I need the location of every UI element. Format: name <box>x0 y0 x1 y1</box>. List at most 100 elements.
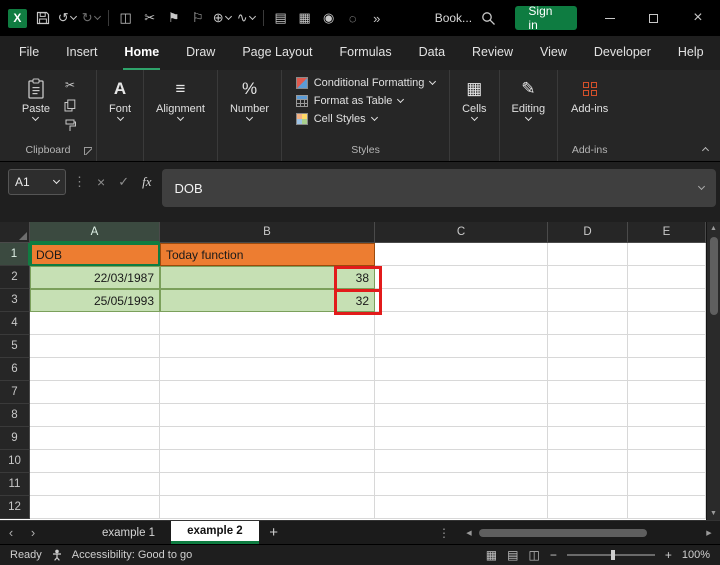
accessibility-status[interactable]: Accessibility: Good to go <box>72 549 192 561</box>
row-header-5[interactable]: 5 <box>0 335 30 358</box>
cell-C1[interactable] <box>375 243 548 266</box>
cell-B8[interactable] <box>160 404 375 427</box>
cell-B4[interactable] <box>160 312 375 335</box>
cell-D11[interactable] <box>548 473 628 496</box>
tab-formulas[interactable]: Formulas <box>339 36 393 70</box>
insert-function-button[interactable]: fx <box>142 174 151 190</box>
sheet-nav-prev-icon[interactable]: ‹ <box>0 521 22 544</box>
row-header-3[interactable]: 3 <box>0 289 30 312</box>
cell-C5[interactable] <box>375 335 548 358</box>
zoom-level[interactable]: 100% <box>682 549 710 561</box>
tab-file[interactable]: File <box>18 36 40 70</box>
row-header-12[interactable]: 12 <box>0 496 30 519</box>
cut-button[interactable]: ✂ <box>61 77 79 93</box>
addins-button[interactable]: Add-ins <box>566 75 613 115</box>
editing-button[interactable]: ✎ Editing <box>507 75 551 120</box>
font-button[interactable]: A Font <box>104 75 136 120</box>
row-header-2[interactable]: 2 <box>0 266 30 289</box>
cell-C11[interactable] <box>375 473 548 496</box>
row-header-9[interactable]: 9 <box>0 427 30 450</box>
cell-B5[interactable] <box>160 335 375 358</box>
scroll-up-icon[interactable]: ▲ <box>710 222 717 235</box>
copy-button[interactable] <box>61 97 79 113</box>
cell-E6[interactable] <box>628 358 706 381</box>
tab-view[interactable]: View <box>539 36 568 70</box>
cell-B12[interactable] <box>160 496 375 519</box>
cell-B3[interactable]: 32 <box>160 289 375 312</box>
cell-C7[interactable] <box>375 381 548 404</box>
cell-D2[interactable] <box>548 266 628 289</box>
cell-D6[interactable] <box>548 358 628 381</box>
camera-button[interactable]: ◉ <box>317 4 341 32</box>
paste-button[interactable]: Paste <box>17 75 55 120</box>
cell-E5[interactable] <box>628 335 706 358</box>
horizontal-scrollbar[interactable]: ◀ ▶ <box>458 521 720 544</box>
format-painter-button[interactable] <box>61 117 79 133</box>
minimize-button[interactable] <box>587 0 631 36</box>
row-header-8[interactable]: 8 <box>0 404 30 427</box>
cell-B11[interactable] <box>160 473 375 496</box>
cut-qat-button[interactable]: ✂ <box>138 4 162 32</box>
cell-B10[interactable] <box>160 450 375 473</box>
scroll-down-icon[interactable]: ▼ <box>710 507 717 520</box>
flag-outline-button[interactable]: ⚐ <box>186 4 210 32</box>
tab-developer[interactable]: Developer <box>593 36 652 70</box>
row-header-6[interactable]: 6 <box>0 358 30 381</box>
cell-A6[interactable] <box>30 358 160 381</box>
cell-A5[interactable] <box>30 335 160 358</box>
cell-D3[interactable] <box>548 289 628 312</box>
zoom-slider[interactable] <box>567 554 655 556</box>
horizontal-scroll-thumb[interactable] <box>479 529 647 537</box>
accessibility-icon[interactable] <box>51 549 63 561</box>
cell-C10[interactable] <box>375 450 548 473</box>
tab-home[interactable]: Home <box>123 36 160 70</box>
normal-view-icon[interactable]: ▦ <box>486 548 497 562</box>
maximize-button[interactable] <box>632 0 676 36</box>
cell-C9[interactable] <box>375 427 548 450</box>
close-button[interactable]: × <box>676 0 720 36</box>
cell-B2[interactable]: 38 <box>160 266 375 289</box>
cell-E12[interactable] <box>628 496 706 519</box>
scroll-right-icon[interactable]: ▶ <box>702 529 716 537</box>
column-header-D[interactable]: D <box>548 222 628 243</box>
sheet-nav-next-icon[interactable]: › <box>22 521 44 544</box>
cell-B1[interactable]: Today function <box>160 243 375 266</box>
cell-E4[interactable] <box>628 312 706 335</box>
qat-overflow-button[interactable]: » <box>365 4 389 32</box>
sign-in-button[interactable]: Sign in <box>515 6 577 30</box>
column-header-B[interactable]: B <box>160 222 375 243</box>
alignment-button[interactable]: ≡ Alignment <box>151 75 210 120</box>
save-icon[interactable] <box>31 4 55 32</box>
horizontal-scroll-track[interactable] <box>479 527 699 539</box>
row-header-11[interactable]: 11 <box>0 473 30 496</box>
document-button[interactable]: ▤ <box>269 4 293 32</box>
cell-B9[interactable] <box>160 427 375 450</box>
format-as-table-button[interactable]: Format as Table <box>296 95 404 107</box>
cell-E3[interactable] <box>628 289 706 312</box>
tab-review[interactable]: Review <box>471 36 514 70</box>
cell-E9[interactable] <box>628 427 706 450</box>
cell-A1[interactable]: DOB <box>30 243 160 266</box>
cell-A10[interactable] <box>30 450 160 473</box>
zoom-out-button[interactable]: − <box>550 548 557 562</box>
cell-C2[interactable] <box>375 266 548 289</box>
cell-A3[interactable]: 25/05/1993 <box>30 289 160 312</box>
clipboard-qat-button[interactable]: ◫ <box>114 4 138 32</box>
add-sheet-button[interactable]: + <box>259 521 289 544</box>
name-box[interactable]: A1 <box>8 169 66 195</box>
cell-E2[interactable] <box>628 266 706 289</box>
excel-logo-icon[interactable]: X <box>8 9 27 28</box>
formula-input[interactable]: DOB <box>162 169 716 207</box>
sheet-tab-example-2[interactable]: example 2 <box>171 521 259 544</box>
tab-page-layout[interactable]: Page Layout <box>241 36 313 70</box>
globe-button[interactable]: ⊕ <box>210 4 234 32</box>
cell-D9[interactable] <box>548 427 628 450</box>
cell-C4[interactable] <box>375 312 548 335</box>
cell-C8[interactable] <box>375 404 548 427</box>
row-header-1[interactable]: 1 <box>0 243 30 266</box>
cell-E11[interactable] <box>628 473 706 496</box>
row-header-7[interactable]: 7 <box>0 381 30 404</box>
cells-button[interactable]: ▦ Cells <box>457 75 491 120</box>
grid-tool-button[interactable]: ▦ <box>293 4 317 32</box>
scroll-left-icon[interactable]: ◀ <box>462 529 476 537</box>
